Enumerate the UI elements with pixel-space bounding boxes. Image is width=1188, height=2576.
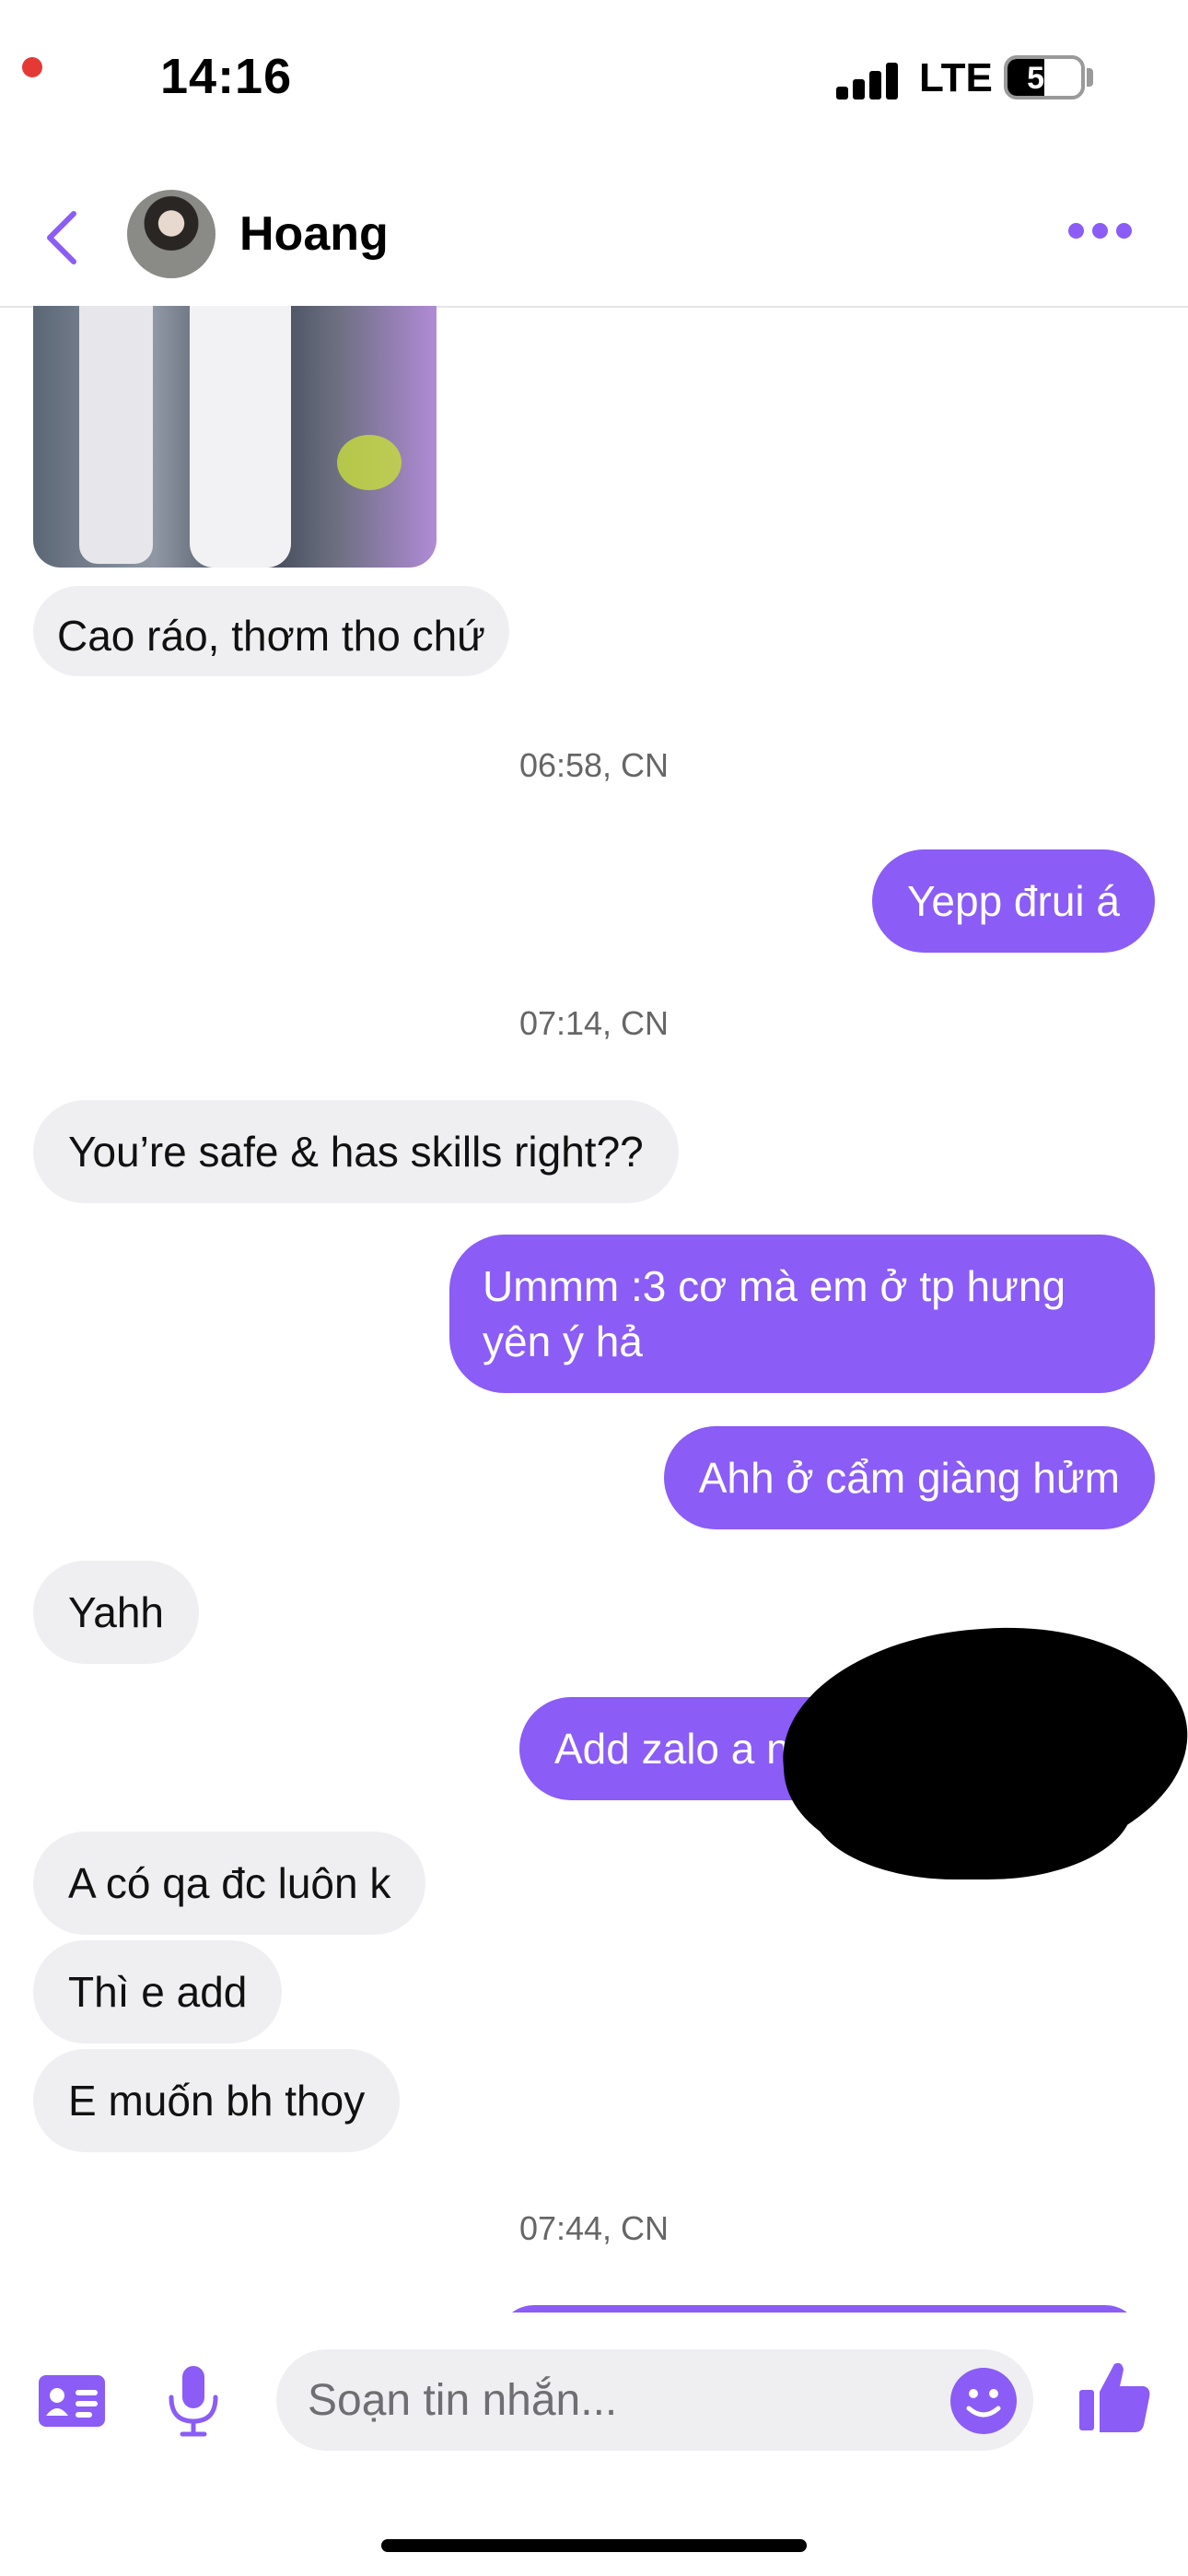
message-input-placeholder[interactable]: Soạn tin nhắn... <box>308 2375 617 2426</box>
message-incoming[interactable]: E muốn bh thoy <box>33 2049 401 2152</box>
message-incoming[interactable]: A có qa đc luôn k <box>33 1832 426 1935</box>
avatar[interactable] <box>127 190 215 278</box>
microphone-icon[interactable] <box>166 2364 221 2438</box>
battery-icon: 50 <box>1004 55 1085 100</box>
shared-photo[interactable] <box>33 306 437 568</box>
recording-indicator <box>22 57 42 77</box>
back-chevron-icon[interactable] <box>41 208 87 267</box>
battery-percent: 50 <box>1027 61 1062 96</box>
emoji-icon[interactable] <box>950 2368 1017 2434</box>
message-incoming[interactable]: Yahh <box>33 1561 200 1664</box>
timestamp: 07:44, CN <box>518 2209 670 2247</box>
more-dots-icon[interactable] <box>1068 223 1133 245</box>
contact-name[interactable]: Hoang <box>239 206 389 262</box>
home-indicator[interactable] <box>381 2539 807 2552</box>
thumbs-up-icon[interactable] <box>1077 2359 1151 2434</box>
signal-icon <box>836 59 899 100</box>
message-outgoing[interactable]: Yepp đrui á <box>871 849 1155 953</box>
status-time: 14:16 <box>160 49 293 104</box>
battery-cap <box>1087 68 1093 87</box>
photo-figure <box>190 306 291 568</box>
timestamp: 06:58, CN <box>518 746 670 784</box>
redaction-scribble <box>810 1714 1133 1879</box>
timestamp: 07:14, CN <box>518 1004 670 1042</box>
message-incoming[interactable]: You’re safe & has skills right?? <box>33 1100 679 1203</box>
message-outgoing[interactable]: Ahh ở cẩm giàng hửm <box>663 1426 1155 1529</box>
contact-card-icon[interactable] <box>39 2375 105 2427</box>
message-incoming[interactable]: Cao ráo, thơm tho chứ <box>33 586 509 676</box>
message-incoming[interactable]: Thì e add <box>33 1940 283 2043</box>
network-type: LTE <box>919 55 993 100</box>
photo-figure <box>79 306 153 564</box>
message-outgoing[interactable]: Ummm :3 cơ mà em ở tp hưng yên ý hả <box>449 1235 1155 1393</box>
photo-background-detail <box>337 435 402 490</box>
